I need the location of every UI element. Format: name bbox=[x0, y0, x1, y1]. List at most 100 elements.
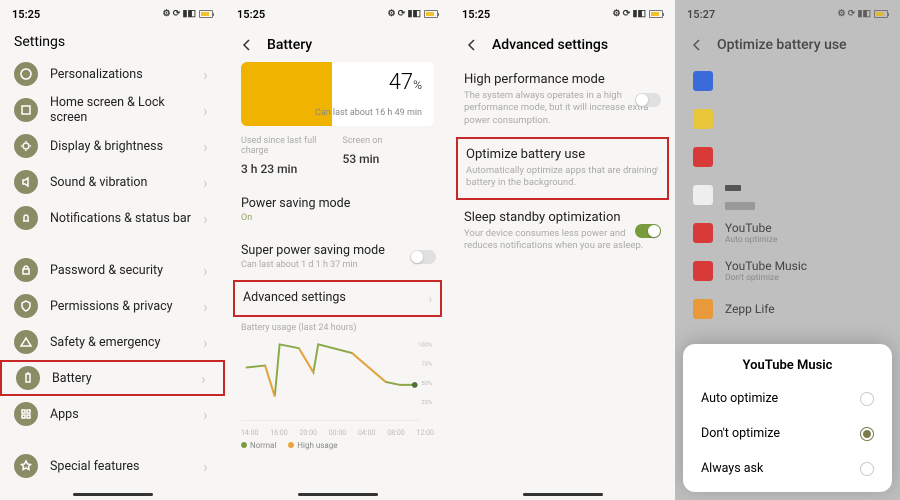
status-icons: ⚙ ⟳ ▮◧ bbox=[612, 9, 663, 19]
settings-item-special[interactable]: Special features › bbox=[0, 448, 225, 484]
home-indicator[interactable] bbox=[298, 493, 378, 496]
settings-item-password[interactable]: Password & security › bbox=[0, 252, 225, 288]
chevron-right-icon: › bbox=[203, 65, 211, 84]
star-icon bbox=[14, 454, 38, 478]
advanced-settings-row[interactable]: Advanced settings › bbox=[233, 280, 442, 317]
svg-text:100%: 100% bbox=[418, 342, 432, 348]
chevron-right-icon: › bbox=[203, 457, 211, 476]
app-row-hidden-4[interactable] bbox=[675, 176, 900, 214]
bottom-sheet: YouTube Music Auto optimize Don't optimi… bbox=[683, 344, 892, 492]
chevron-right-icon: › bbox=[203, 405, 211, 424]
personalizations-icon bbox=[14, 62, 38, 86]
app-row-zepp-life[interactable]: Zepp Life bbox=[675, 290, 900, 328]
app-row-youtube[interactable]: YouTubeAuto optimize bbox=[675, 214, 900, 252]
app-row-hidden-3[interactable] bbox=[675, 138, 900, 176]
battery-card[interactable]: 47% Can last about 16 h 49 min bbox=[241, 62, 434, 126]
header: Optimize battery use bbox=[675, 28, 900, 62]
sheet-title: YouTube Music bbox=[683, 358, 892, 373]
stat-row: Used since last full charge 3 h 23 min S… bbox=[241, 136, 434, 176]
app-row-hidden-1[interactable] bbox=[675, 62, 900, 100]
page-title: Battery bbox=[267, 37, 312, 53]
status-icons: ⚙ ⟳ ▮◧ bbox=[837, 9, 888, 19]
app-row-hidden-2[interactable] bbox=[675, 100, 900, 138]
status-bar: 15:27 ⚙ ⟳ ▮◧ bbox=[675, 0, 900, 28]
chevron-right-icon: › bbox=[203, 137, 211, 156]
radio-icon bbox=[860, 427, 874, 441]
option-always-ask[interactable]: Always ask bbox=[683, 451, 892, 486]
radio-icon bbox=[860, 462, 874, 476]
page-title: Optimize battery use bbox=[717, 37, 847, 53]
chevron-right-icon: › bbox=[655, 161, 659, 175]
sleep-standby-row[interactable]: Sleep standby optimization Your device c… bbox=[450, 200, 675, 263]
super-power-saving-row[interactable]: Super power saving mode Can last about 1… bbox=[225, 233, 450, 280]
settings-item-notifications[interactable]: Notifications & status bar › bbox=[0, 200, 225, 236]
clock: 15:25 bbox=[12, 8, 40, 21]
super-power-toggle[interactable] bbox=[410, 250, 436, 264]
battery-chart: 100% 75% 50% 25% bbox=[241, 337, 434, 427]
high-performance-row[interactable]: High performance mode The system always … bbox=[450, 62, 675, 137]
battery-screen: 15:25 ⚙ ⟳ ▮◧ Battery 47% Can last about … bbox=[225, 0, 450, 500]
status-icons: ⚙ ⟳ ▮◧ bbox=[162, 9, 213, 19]
page-title: Settings bbox=[0, 28, 225, 56]
settings-item-safety[interactable]: Safety & emergency › bbox=[0, 324, 225, 360]
settings-item-personalizations[interactable]: Personalizations › bbox=[0, 56, 225, 92]
settings-item-sound[interactable]: Sound & vibration › bbox=[0, 164, 225, 200]
display-icon bbox=[14, 134, 38, 158]
used-since-label: Used since last full charge bbox=[241, 136, 333, 156]
settings-item-homescreen[interactable]: Home screen & Lock screen › bbox=[0, 92, 225, 128]
settings-item-display[interactable]: Display & brightness › bbox=[0, 128, 225, 164]
chevron-right-icon: › bbox=[203, 101, 211, 120]
back-icon[interactable] bbox=[239, 37, 255, 53]
screen-on-label: Screen on bbox=[343, 136, 435, 146]
radio-icon bbox=[860, 392, 874, 406]
sound-icon bbox=[14, 170, 38, 194]
high-performance-toggle[interactable] bbox=[635, 93, 661, 107]
svg-text:75%: 75% bbox=[421, 362, 432, 368]
lock-icon bbox=[14, 258, 38, 282]
home-icon bbox=[14, 98, 38, 122]
status-bar: 15:25 ⚙ ⟳ ▮◧ bbox=[450, 0, 675, 28]
svg-text:50%: 50% bbox=[421, 381, 432, 387]
status-bar: 15:25 ⚙ ⟳ ▮◧ bbox=[0, 0, 225, 28]
settings-item-apps[interactable]: Apps › bbox=[0, 396, 225, 432]
chevron-right-icon: › bbox=[201, 369, 209, 388]
battery-remaining: Can last about 16 h 49 min bbox=[315, 108, 422, 118]
chart-label: Battery usage (last 24 hours) bbox=[241, 323, 434, 333]
settings-item-battery[interactable]: Battery › bbox=[0, 360, 225, 396]
settings-screen: 15:25 ⚙ ⟳ ▮◧ Settings Personalizations ›… bbox=[0, 0, 225, 500]
option-dont-optimize[interactable]: Don't optimize bbox=[683, 416, 892, 451]
bell-icon bbox=[14, 206, 38, 230]
chevron-right-icon: › bbox=[428, 292, 432, 306]
back-icon[interactable] bbox=[464, 37, 480, 53]
optimize-battery-row[interactable]: Optimize battery use Automatically optim… bbox=[456, 137, 669, 200]
home-indicator[interactable] bbox=[73, 493, 153, 496]
sleep-standby-toggle[interactable] bbox=[635, 224, 661, 238]
svg-text:25%: 25% bbox=[421, 400, 432, 406]
battery-icon bbox=[16, 366, 40, 390]
option-auto-optimize[interactable]: Auto optimize bbox=[683, 381, 892, 416]
chart-x-axis: 14:0016:0020:0000:0004:0008:0012:00 bbox=[241, 429, 434, 437]
status-bar: 15:25 ⚙ ⟳ ▮◧ bbox=[225, 0, 450, 28]
back-icon[interactable] bbox=[689, 37, 705, 53]
status-icons: ⚙ ⟳ ▮◧ bbox=[387, 9, 438, 19]
screen-on-value: 53 min bbox=[343, 152, 435, 166]
home-indicator[interactable] bbox=[523, 493, 603, 496]
power-saving-mode-row[interactable]: Power saving mode On bbox=[225, 186, 450, 233]
optimize-battery-screen: 15:27 ⚙ ⟳ ▮◧ Optimize battery use YouTub… bbox=[675, 0, 900, 500]
chevron-right-icon: › bbox=[203, 209, 211, 228]
page-title: Advanced settings bbox=[492, 37, 608, 53]
chart-legend: Normal High usage bbox=[241, 441, 434, 450]
clock: 15:27 bbox=[687, 8, 715, 21]
advanced-settings-screen: 15:25 ⚙ ⟳ ▮◧ Advanced settings High perf… bbox=[450, 0, 675, 500]
battery-percent: 47% bbox=[389, 70, 422, 95]
settings-item-permissions[interactable]: Permissions & privacy › bbox=[0, 288, 225, 324]
used-since-value: 3 h 23 min bbox=[241, 162, 333, 176]
app-row-youtube-music[interactable]: YouTube MusicDon't optimize bbox=[675, 252, 900, 290]
clock: 15:25 bbox=[462, 8, 490, 21]
clock: 15:25 bbox=[237, 8, 265, 21]
chevron-right-icon: › bbox=[203, 261, 211, 280]
header: Battery bbox=[225, 28, 450, 62]
header: Advanced settings bbox=[450, 28, 675, 62]
shield-icon bbox=[14, 294, 38, 318]
apps-icon bbox=[14, 402, 38, 426]
